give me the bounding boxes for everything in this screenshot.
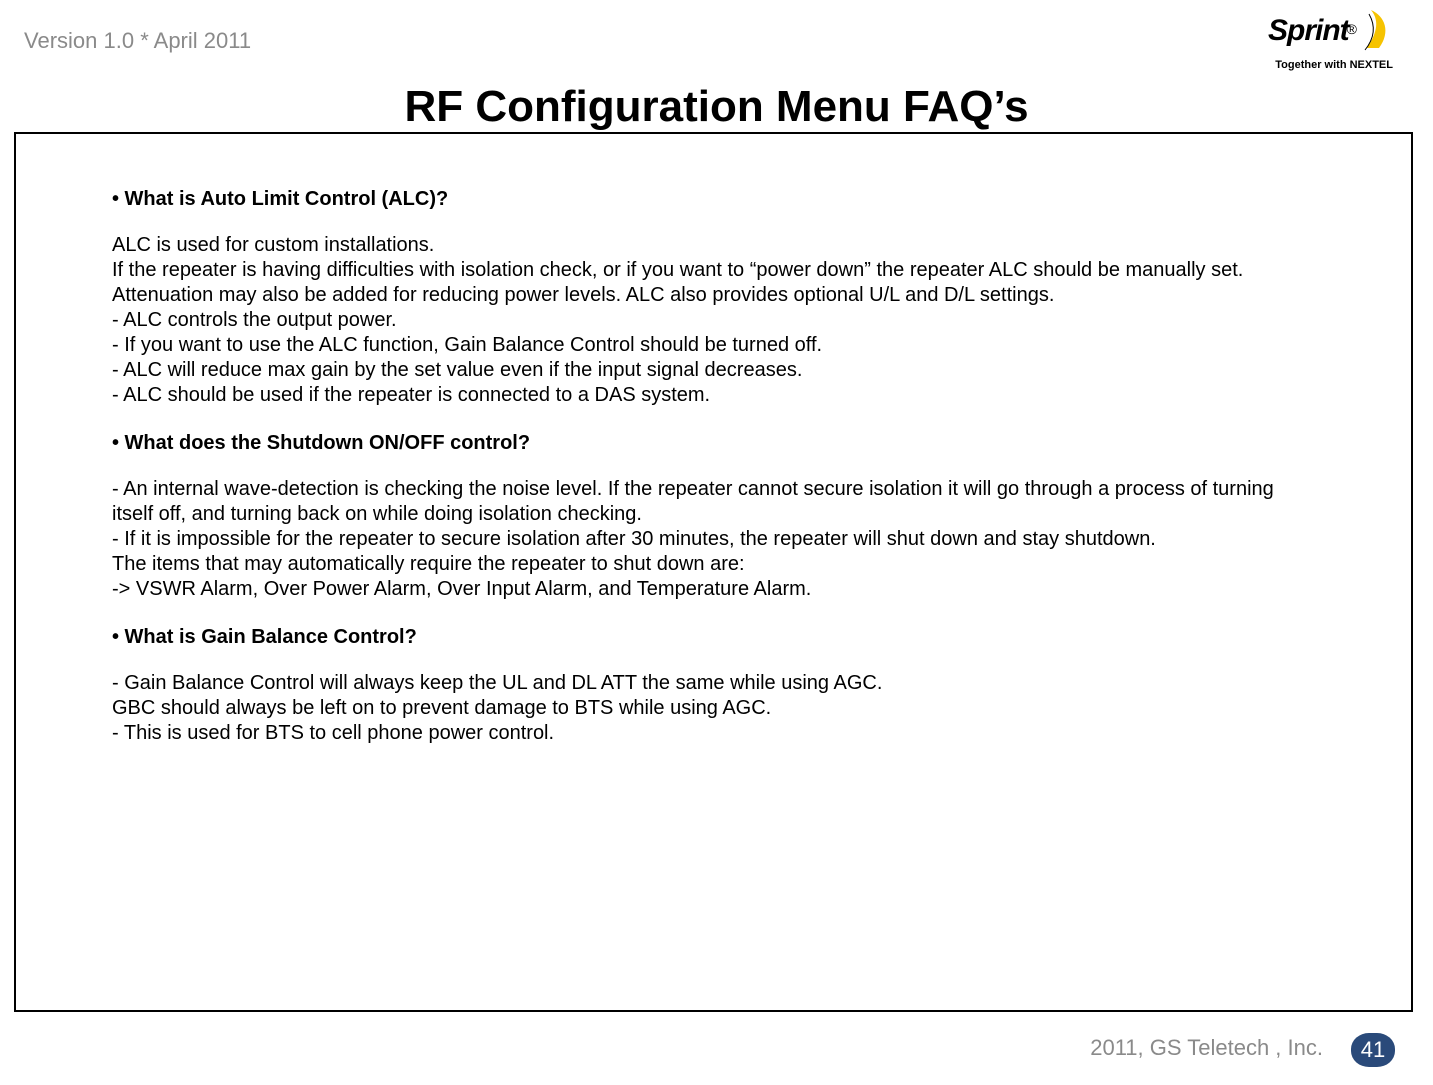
- brand-name: Sprint®: [1268, 14, 1357, 48]
- page-number-badge: 41: [1351, 1033, 1395, 1067]
- faq-answer: - An internal wave-detection is checking…: [112, 477, 1301, 602]
- faq-answer: ALC is used for custom installations. If…: [112, 233, 1301, 408]
- faq-answer: - Gain Balance Control will always keep …: [112, 671, 1301, 746]
- registered-mark: ®: [1347, 21, 1357, 37]
- slide-page: Version 1.0 * April 2011 Sprint® Togethe…: [0, 0, 1433, 1085]
- brand-logo: Sprint® Together with NEXTEL: [1268, 14, 1395, 71]
- brand-logo-row: Sprint®: [1268, 14, 1395, 57]
- swoosh-icon: [1361, 8, 1395, 57]
- faq-question: • What is Auto Limit Control (ALC)?: [112, 188, 1301, 211]
- brand-tagline: Together with NEXTEL: [1268, 59, 1395, 71]
- page-title: RF Configuration Menu FAQ’s: [0, 82, 1433, 132]
- brand-word: Sprint: [1268, 14, 1349, 47]
- faq-question: • What is Gain Balance Control?: [112, 626, 1301, 649]
- faq-question: • What does the Shutdown ON/OFF control?: [112, 432, 1301, 455]
- footer-copyright: 2011, GS Teletech , Inc.: [1090, 1035, 1323, 1061]
- version-text: Version 1.0 * April 2011: [24, 28, 251, 54]
- content-frame: • What is Auto Limit Control (ALC)? ALC …: [14, 132, 1413, 1012]
